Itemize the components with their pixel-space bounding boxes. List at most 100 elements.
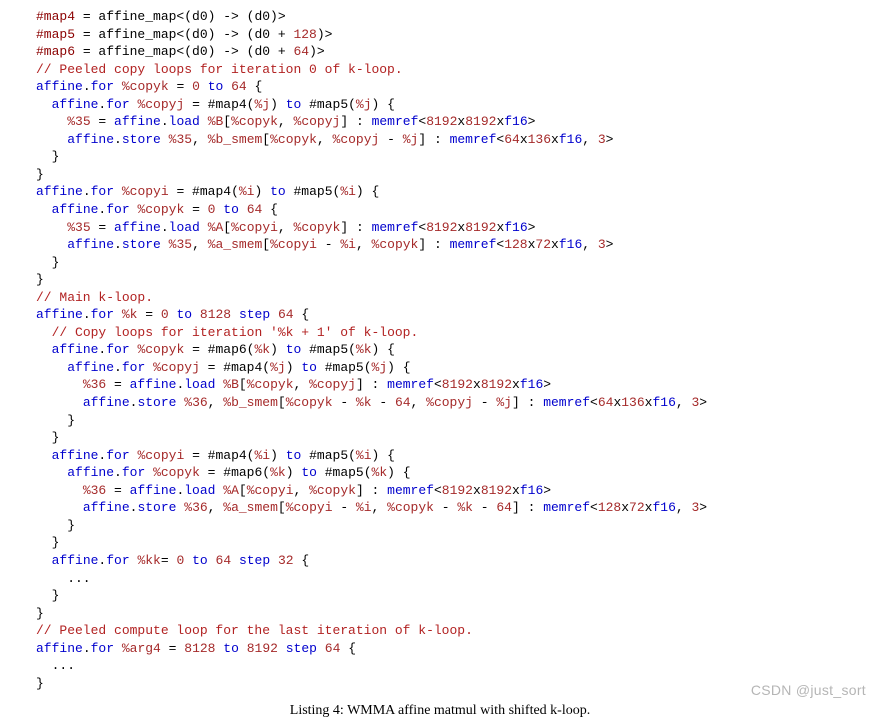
- token-kw: affine: [67, 132, 114, 147]
- token-p: [278, 641, 286, 656]
- token-p: ,: [294, 483, 310, 498]
- token-p: [36, 448, 52, 463]
- token-type: f16: [559, 132, 582, 147]
- token-p: ,: [278, 220, 294, 235]
- token-kw: to: [270, 184, 286, 199]
- token-func: for: [91, 641, 114, 656]
- token-kw: to: [286, 342, 302, 357]
- token-p: = #map4(: [184, 448, 254, 463]
- token-p: [: [239, 377, 247, 392]
- token-num: 64: [504, 132, 520, 147]
- code-listing: #map4 = affine_map<(d0) -> (d0)> #map5 =…: [0, 0, 880, 696]
- token-p: )>: [309, 44, 325, 59]
- token-p: ,: [208, 395, 224, 410]
- token-p: [36, 395, 83, 410]
- token-p: }: [36, 149, 59, 164]
- token-p: x: [520, 132, 528, 147]
- token-var: %copyi: [137, 448, 184, 463]
- token-num: 64: [278, 307, 294, 322]
- token-p: #map5(: [317, 360, 372, 375]
- token-p: ,: [676, 395, 692, 410]
- token-func: for: [106, 97, 129, 112]
- token-var: %copyj: [333, 132, 380, 147]
- token-num: 72: [535, 237, 551, 252]
- token-p: -: [473, 500, 496, 515]
- token-var: %j: [403, 132, 419, 147]
- token-p: =: [184, 202, 207, 217]
- token-var: %copyi: [270, 237, 317, 252]
- token-p: -: [333, 500, 356, 515]
- token-p: {: [340, 641, 356, 656]
- token-var: %j: [270, 360, 286, 375]
- token-var: %copyk: [122, 79, 169, 94]
- token-p: ,: [294, 377, 310, 392]
- token-var: %j: [356, 97, 372, 112]
- token-var: %i: [356, 500, 372, 515]
- token-num: 8192: [442, 377, 473, 392]
- token-p: -: [473, 395, 496, 410]
- token-var: %copyk: [153, 465, 200, 480]
- token-p: [: [262, 132, 270, 147]
- token-p: [36, 132, 67, 147]
- token-kw: to: [301, 465, 317, 480]
- token-p: [114, 641, 122, 656]
- token-var: %copyk: [247, 377, 294, 392]
- token-p: <: [434, 377, 442, 392]
- token-p: ): [286, 465, 302, 480]
- token-kw: affine: [67, 360, 114, 375]
- token-p: -: [434, 500, 457, 515]
- token-p: =: [91, 114, 114, 129]
- token-p: x: [473, 377, 481, 392]
- token-var: %copyi: [286, 500, 333, 515]
- token-p: >: [543, 483, 551, 498]
- token-p: }: [36, 430, 59, 445]
- token-num: 0: [161, 307, 169, 322]
- token-p: .: [114, 465, 122, 480]
- token-p: [231, 307, 239, 322]
- token-p: ] :: [340, 220, 371, 235]
- token-func: for: [106, 342, 129, 357]
- token-p: [145, 465, 153, 480]
- token-p: ,: [372, 500, 388, 515]
- token-p: ): [286, 360, 302, 375]
- token-p: ] :: [356, 483, 387, 498]
- token-p: = #map4(: [184, 97, 254, 112]
- token-p: [36, 237, 67, 252]
- token-func: store: [122, 237, 161, 252]
- token-p: >: [606, 132, 614, 147]
- token-p: [36, 97, 52, 112]
- token-p: {: [294, 553, 310, 568]
- token-p: [36, 500, 83, 515]
- token-type: memref: [543, 395, 590, 410]
- token-p: .: [161, 220, 169, 235]
- token-p: )>: [317, 27, 333, 42]
- token-var: %36: [184, 500, 207, 515]
- token-var: %36: [83, 377, 106, 392]
- token-num: 64: [293, 44, 309, 59]
- token-p: x: [512, 377, 520, 392]
- token-p: ): [270, 342, 286, 357]
- token-p: ] :: [418, 132, 449, 147]
- token-cmt: // Main k-loop.: [36, 290, 153, 305]
- token-num: 64: [231, 79, 247, 94]
- token-kw: step: [286, 641, 317, 656]
- token-p: }: [36, 676, 44, 691]
- token-kw: affine: [130, 483, 177, 498]
- token-var: %j: [254, 97, 270, 112]
- token-p: =: [91, 220, 114, 235]
- token-p: ,: [192, 237, 208, 252]
- token-dir: #map5: [36, 27, 75, 42]
- token-p: [161, 237, 169, 252]
- token-func: load: [184, 377, 215, 392]
- token-type: memref: [450, 237, 497, 252]
- token-kw: to: [208, 79, 224, 94]
- token-num: 128: [293, 27, 316, 42]
- token-p: -: [333, 395, 356, 410]
- token-func: for: [122, 360, 145, 375]
- token-kw: affine: [114, 220, 161, 235]
- token-dir: #map4: [36, 9, 75, 24]
- token-type: f16: [652, 500, 675, 515]
- token-kw: affine: [52, 553, 99, 568]
- token-var: %copyj: [294, 114, 341, 129]
- token-var: %copyi: [231, 220, 278, 235]
